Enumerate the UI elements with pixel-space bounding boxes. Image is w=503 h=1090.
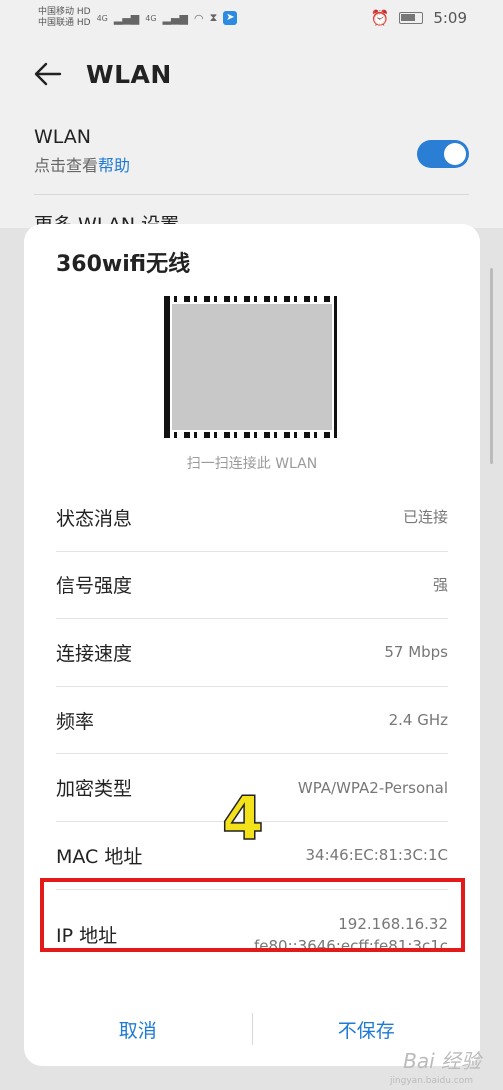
info-value: 已连接 xyxy=(402,508,448,527)
status-right: ⏰ 5:09 xyxy=(371,9,467,27)
clock: 5:09 xyxy=(433,9,467,27)
info-row-signal: 信号强度 强 xyxy=(56,552,448,620)
signal-icon: ▂▄▆ xyxy=(113,11,140,25)
info-label: 信号强度 xyxy=(56,575,133,598)
navigation-icon: ➤ xyxy=(223,11,238,25)
carrier-1: 中国移动 HD xyxy=(38,7,91,17)
info-label: 状态消息 xyxy=(56,507,133,530)
info-label: 连接速度 xyxy=(56,642,133,665)
scrollbar[interactable] xyxy=(490,268,493,464)
alarm-icon: ⏰ xyxy=(370,9,390,27)
wlan-label: WLAN xyxy=(34,126,92,148)
help-link[interactable]: 帮助 xyxy=(98,156,130,175)
cancel-button[interactable]: 取消 xyxy=(24,1016,252,1043)
back-arrow-icon[interactable] xyxy=(34,59,64,89)
signal-icons: 4G ▂▄▆ 4G ▂▄▆ ◠ ⧗ ➤ xyxy=(97,11,238,25)
battery-icon xyxy=(399,12,424,24)
app-bar: WLAN xyxy=(34,52,172,96)
info-row-speed: 连接速度 57 Mbps xyxy=(56,619,448,687)
info-label: 加密类型 xyxy=(56,778,133,801)
info-value: 34:46:EC:81:3C:1C xyxy=(305,846,448,865)
network-type-2: 4G xyxy=(145,13,157,23)
network-type-1: 4G xyxy=(96,13,108,23)
wlan-toggle-row[interactable]: WLAN 点击查看帮助 xyxy=(34,126,469,192)
info-label: 频率 xyxy=(56,710,95,733)
status-bar: 中国移动 HD 中国联通 HD 4G ▂▄▆ 4G ▂▄▆ ◠ ⧗ ➤ ⏰ 5:… xyxy=(0,0,503,36)
qr-code-redacted xyxy=(172,304,332,430)
hourglass-icon: ⧗ xyxy=(209,11,218,24)
info-row-frequency: 频率 2.4 GHz xyxy=(56,687,448,755)
watermark-url: jingyan.baidu.com xyxy=(389,1076,473,1086)
forget-network-button[interactable]: 不保存 xyxy=(253,1016,481,1043)
info-value: 强 xyxy=(432,575,448,594)
divider xyxy=(34,194,469,195)
status-left: 中国移动 HD 中国联通 HD 4G ▂▄▆ 4G ▂▄▆ ◠ ⧗ ➤ xyxy=(38,7,238,29)
watermark-logo: Bai 经验 xyxy=(403,1049,481,1073)
ip-highlight-box xyxy=(40,878,465,952)
page-title: WLAN xyxy=(86,59,172,89)
info-value: WPA/WPA2-Personal xyxy=(297,778,448,797)
wlan-switch[interactable] xyxy=(417,140,469,168)
dialog-title: 360wifi无线 xyxy=(56,252,191,277)
info-row-status: 状态消息 已连接 xyxy=(56,484,448,552)
wlan-subtitle: 点击查看帮助 xyxy=(34,152,469,176)
wifi-icon: ◠ xyxy=(193,11,204,25)
signal-icon: ▂▄▆ xyxy=(162,11,188,25)
info-label: MAC 地址 xyxy=(56,845,143,868)
carrier-2: 中国联通 HD xyxy=(38,18,91,28)
info-value: 57 Mbps xyxy=(384,643,448,662)
qr-caption: 扫一扫连接此 WLAN xyxy=(186,456,318,472)
carrier-names: 中国移动 HD 中国联通 HD xyxy=(38,7,91,29)
wlan-subtitle-prefix: 点击查看 xyxy=(34,156,99,175)
step-number: 4 xyxy=(221,783,264,855)
info-value: 2.4 GHz xyxy=(388,711,448,730)
